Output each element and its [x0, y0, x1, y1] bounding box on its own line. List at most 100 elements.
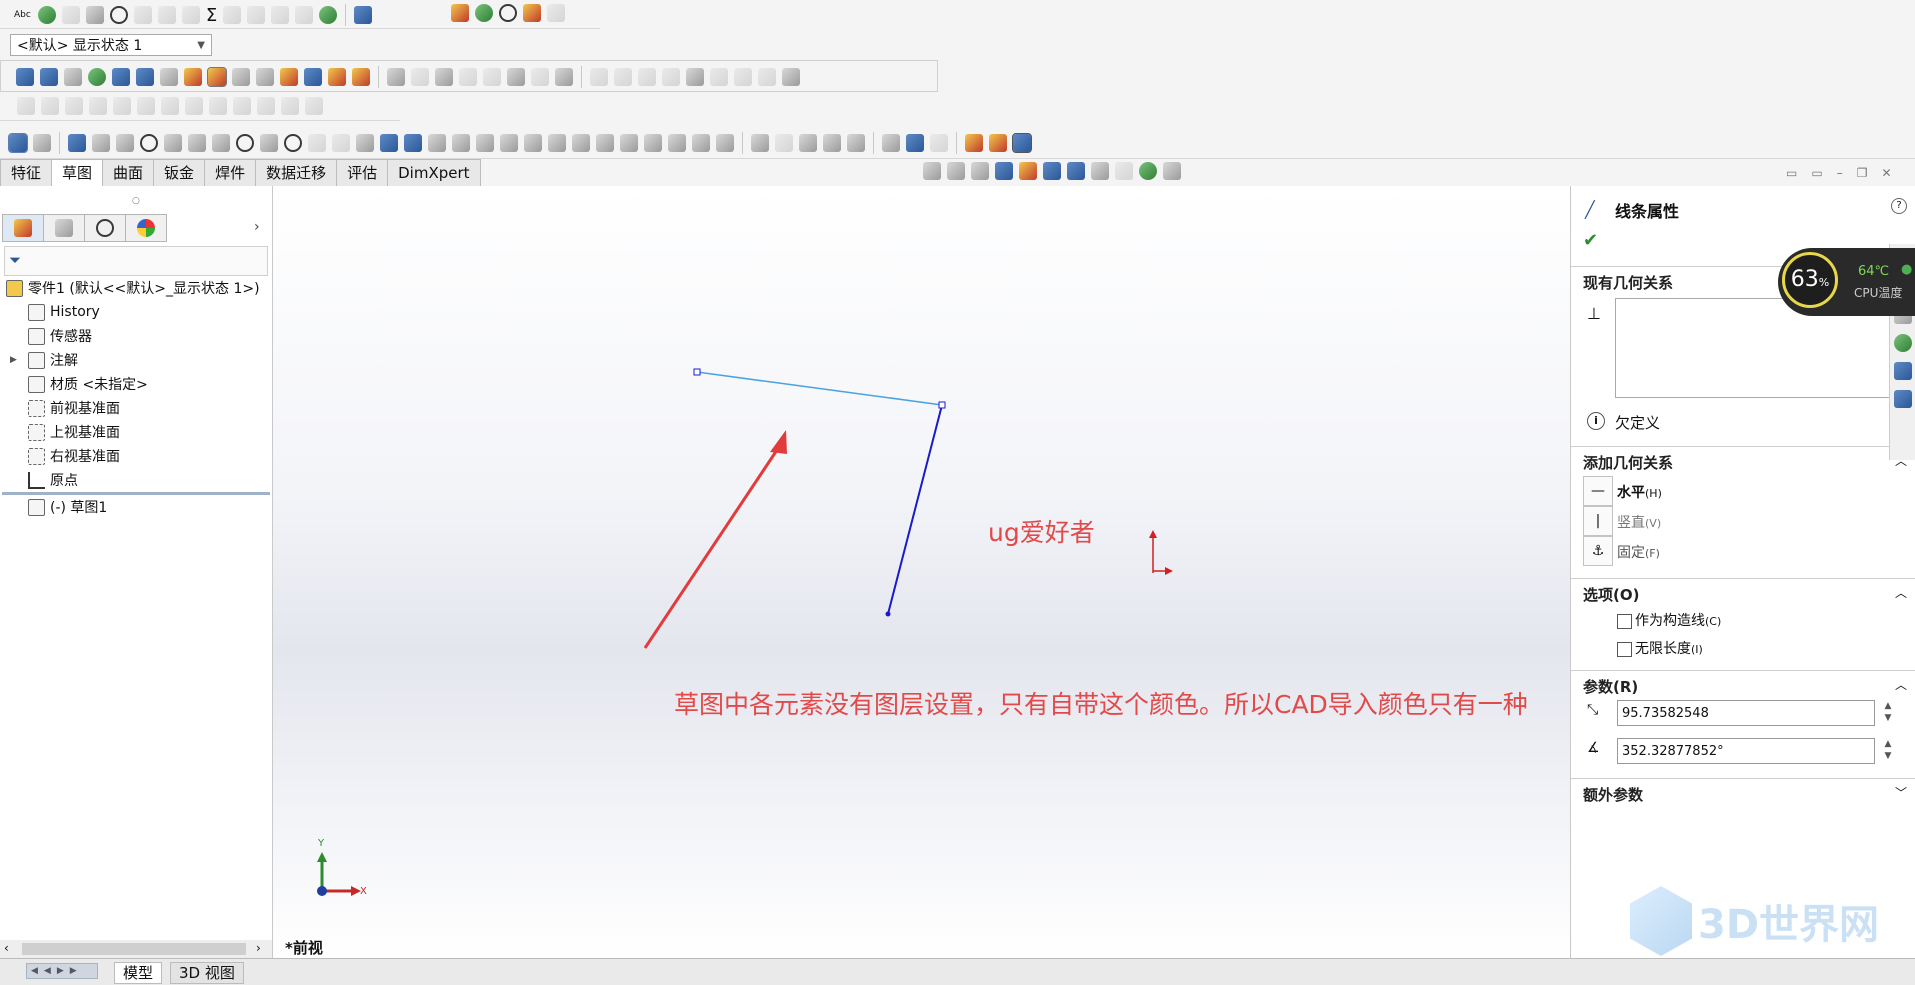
rapid-sketch-icon[interactable]: [930, 134, 948, 152]
mass-icon[interactable]: [133, 6, 152, 24]
edit-appearance-icon[interactable]: [1115, 162, 1133, 180]
plane-icon[interactable]: [308, 134, 326, 152]
check-circle-icon[interactable]: [499, 4, 517, 22]
options-icon[interactable]: [232, 68, 250, 86]
convert-icon[interactable]: [572, 134, 590, 152]
pattern-icon[interactable]: [823, 134, 841, 152]
note-3-icon[interactable]: [435, 68, 453, 86]
appearances-icon[interactable]: [1894, 334, 1912, 352]
tree-item-annotations[interactable]: ▶ 注解: [0, 348, 272, 372]
zoom-check-icon[interactable]: [37, 6, 56, 24]
zoom-to-fit-icon[interactable]: [923, 162, 941, 180]
horizontal-relation-button[interactable]: —: [1583, 476, 1613, 506]
simulation-icon[interactable]: [475, 4, 493, 22]
text-a-icon[interactable]: [452, 134, 470, 152]
scroll-thumb[interactable]: [22, 943, 246, 955]
run-icon[interactable]: [319, 6, 338, 24]
photo-icon[interactable]: [352, 68, 370, 86]
expand-arrow-icon[interactable]: ▶: [10, 355, 28, 365]
surface-4-icon[interactable]: [89, 97, 107, 115]
zoom-area-icon[interactable]: [947, 162, 965, 180]
note-icon[interactable]: [387, 68, 405, 86]
display-style-icon[interactable]: [1067, 162, 1085, 180]
tree-item-sensors[interactable]: 传感器: [0, 324, 272, 348]
scissor-icon[interactable]: [223, 6, 242, 24]
fillet-icon[interactable]: [590, 68, 608, 86]
lamp-icon[interactable]: [207, 67, 227, 87]
sun-icon[interactable]: [280, 68, 298, 86]
tab-model[interactable]: 模型: [114, 962, 163, 984]
note-2-icon[interactable]: [411, 68, 429, 86]
surface-icon[interactable]: [17, 97, 35, 115]
relation-icon[interactable]: [751, 134, 769, 152]
tile-right-icon[interactable]: ▭: [1811, 166, 1822, 180]
spline-icon[interactable]: [782, 68, 800, 86]
spell-check-icon[interactable]: Abc: [14, 10, 31, 20]
polygon-icon[interactable]: [188, 134, 206, 152]
horizontal-scrollbar[interactable]: ‹ ›: [0, 940, 272, 958]
tab-sheet-metal[interactable]: 钣金: [153, 159, 206, 186]
rectangle-icon[interactable]: [92, 134, 110, 152]
property-manager-tab[interactable]: [43, 214, 85, 242]
trim-entities-icon[interactable]: [644, 134, 662, 152]
fix-relation-button[interactable]: ⚓: [1583, 536, 1613, 566]
sketch-color-icon[interactable]: [965, 134, 983, 152]
text-icon[interactable]: [356, 134, 374, 152]
document-icon[interactable]: [160, 68, 178, 86]
display-relations-icon[interactable]: [882, 134, 900, 152]
cube-icon[interactable]: [181, 6, 200, 24]
restore-icon[interactable]: ❐: [1857, 166, 1868, 180]
angle-icon[interactable]: [686, 68, 704, 86]
slot-icon[interactable]: [116, 134, 134, 152]
angle-spinner[interactable]: ▲ ▼: [1881, 738, 1895, 762]
minimize-icon[interactable]: –: [1837, 166, 1843, 180]
angle-input[interactable]: 352.32877852°: [1617, 738, 1875, 764]
tab-data-migration[interactable]: 数据迁移: [255, 159, 338, 186]
shaded-sketch-icon[interactable]: [1012, 133, 1032, 153]
tab-evaluate[interactable]: 评估: [336, 159, 389, 186]
grid-icon[interactable]: [716, 134, 734, 152]
ok-check-icon[interactable]: ✔: [1583, 230, 1598, 251]
sketch-line-1[interactable]: [696, 371, 943, 406]
vertical-relation-button[interactable]: |: [1583, 506, 1613, 536]
dynamic-annotation-icon[interactable]: [1019, 162, 1037, 180]
configuration-manager-tab[interactable]: [84, 214, 126, 242]
length-input[interactable]: 95.73582548: [1617, 700, 1875, 726]
construction-checkbox[interactable]: [1617, 614, 1632, 629]
tree-root[interactable]: 零件1 (默认<<默认>_显示状态 1>): [0, 276, 272, 300]
scroll-left-icon[interactable]: ‹: [4, 941, 9, 955]
sketch-picture-icon[interactable]: [989, 134, 1007, 152]
sketch-line-2[interactable]: [887, 404, 943, 615]
curve-icon[interactable]: [638, 68, 656, 86]
expand-icon[interactable]: ﹀: [1895, 784, 1907, 801]
point-icon[interactable]: [404, 134, 422, 152]
curve-tool-icon[interactable]: [596, 134, 614, 152]
sketch-endpoint[interactable]: [938, 401, 946, 409]
color-icon[interactable]: [523, 4, 541, 22]
fillet-sketch-icon[interactable]: [212, 134, 230, 152]
scene-icon[interactable]: [1139, 162, 1157, 180]
offset-icon[interactable]: [710, 68, 728, 86]
tree-item-sketch1[interactable]: (-) 草图1: [0, 495, 272, 519]
quick-snap-icon[interactable]: [906, 134, 924, 152]
view-orientation-icon[interactable]: [1043, 162, 1061, 180]
mirror-icon[interactable]: [524, 134, 542, 152]
repair-icon[interactable]: [775, 134, 793, 152]
hide-show-icon[interactable]: [1091, 162, 1109, 180]
tab-sketch[interactable]: 草图: [51, 159, 104, 186]
box-icon[interactable]: [476, 134, 494, 152]
length-spinner[interactable]: ▲ ▼: [1881, 700, 1895, 724]
edit-equation-icon[interactable]: [85, 6, 104, 24]
collapse-icon[interactable]: ︿: [1895, 676, 1907, 693]
infinite-length-checkbox[interactable]: [1617, 642, 1632, 657]
feature-manager-tab[interactable]: [2, 214, 44, 242]
note-5-icon[interactable]: [483, 68, 501, 86]
close-icon[interactable]: ✕: [1881, 166, 1891, 180]
forum-icon[interactable]: [1894, 390, 1912, 408]
arc-tool-icon[interactable]: [620, 134, 638, 152]
tree-filter[interactable]: ⏷: [4, 246, 268, 276]
surface-5-icon[interactable]: [113, 97, 131, 115]
conic-icon[interactable]: [284, 134, 302, 152]
tree-item-material[interactable]: 材质 <未指定>: [0, 372, 272, 396]
graphics-area[interactable]: Y X ug爱好者 草图中各元素没有图层设置，只有自带这个颜色。所以CAD导入颜…: [273, 186, 1570, 958]
